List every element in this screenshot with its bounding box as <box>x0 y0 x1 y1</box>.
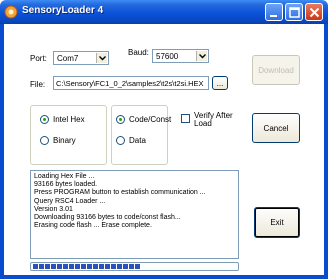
download-progress-bar <box>30 262 239 271</box>
minimize-button[interactable] <box>265 3 283 21</box>
download-button[interactable]: Download <box>252 55 300 85</box>
binary-label: Binary <box>53 136 76 145</box>
cancel-button[interactable]: Cancel <box>252 113 300 143</box>
progress-segment <box>69 264 74 269</box>
progress-segment <box>129 264 134 269</box>
exit-button-label: Exit <box>270 218 284 227</box>
window-frame-right <box>324 24 328 279</box>
browse-button-label: ... <box>216 78 224 88</box>
download-button-label: Download <box>258 65 294 75</box>
progress-segment <box>57 264 62 269</box>
port-select[interactable]: Com7 <box>53 51 109 65</box>
progress-segment <box>93 264 98 269</box>
intel-hex-label: Intel Hex <box>53 115 85 124</box>
file-label: File: <box>30 80 46 89</box>
progress-fill <box>33 264 141 269</box>
code-const-label: Code/Const <box>129 115 172 124</box>
status-log[interactable]: Loading Hex File ... 93166 bytes loaded. P… <box>30 170 239 259</box>
progress-segment <box>111 264 116 269</box>
progress-segment <box>63 264 68 269</box>
format-group <box>30 105 107 165</box>
maximize-button[interactable] <box>285 3 303 21</box>
target-group <box>111 105 168 165</box>
window-title: SensoryLoader 4 <box>22 5 104 16</box>
binary-radio[interactable] <box>40 136 49 145</box>
progress-segment <box>75 264 80 269</box>
progress-segment <box>87 264 92 269</box>
exit-button[interactable]: Exit <box>254 207 300 238</box>
close-button[interactable] <box>305 3 323 21</box>
verify-label-line2: Load <box>194 119 212 128</box>
window-frame-bottom <box>0 275 328 279</box>
progress-segment <box>33 264 38 269</box>
close-icon <box>309 7 320 18</box>
progress-segment <box>81 264 86 269</box>
log-line: Erasing code flash ... Erase complete. <box>34 222 152 230</box>
port-label: Port: <box>30 54 47 63</box>
data-radio[interactable] <box>116 136 125 145</box>
title-bar[interactable]: SensoryLoader 4 <box>0 0 328 24</box>
chevron-down-icon[interactable] <box>96 53 107 63</box>
progress-segment <box>105 264 110 269</box>
progress-segment <box>117 264 122 269</box>
progress-segment <box>123 264 128 269</box>
log-line: Query RSC4 Loader ... <box>34 197 106 205</box>
code-const-radio[interactable] <box>116 115 125 124</box>
file-path-input[interactable]: C:\Sensory\FC1_0_2\samples2\t2s\t2si.HEX <box>53 76 209 90</box>
intel-hex-radio[interactable] <box>40 115 49 124</box>
minimize-icon <box>270 15 277 17</box>
progress-segment <box>135 264 140 269</box>
log-line: Loading Hex File ... <box>34 173 95 180</box>
progress-segment <box>45 264 50 269</box>
baud-label: Baud: <box>128 48 149 57</box>
baud-select[interactable]: 57600 <box>152 49 209 63</box>
app-window: SensoryLoader 4 Port: Com7 Baud: 57600 D… <box>0 0 328 279</box>
data-label: Data <box>129 136 146 145</box>
baud-value: 57600 <box>156 52 179 61</box>
log-line: Press PROGRAM button to establish commun… <box>34 189 206 197</box>
progress-segment <box>99 264 104 269</box>
app-icon <box>4 5 18 19</box>
port-value: Com7 <box>57 54 79 63</box>
maximize-icon <box>289 7 300 18</box>
log-line: 93166 bytes loaded. <box>34 181 98 189</box>
window-frame-left <box>0 24 4 279</box>
log-line: Version 3.01 <box>34 205 73 213</box>
log-line: Downloading 93166 bytes to code/const fl… <box>34 214 181 222</box>
cancel-button-label: Cancel <box>263 123 289 133</box>
progress-segment <box>51 264 56 269</box>
chevron-down-icon[interactable] <box>196 51 207 61</box>
verify-after-load-checkbox[interactable] <box>181 114 190 123</box>
browse-button[interactable]: ... <box>212 76 228 90</box>
progress-segment <box>39 264 44 269</box>
